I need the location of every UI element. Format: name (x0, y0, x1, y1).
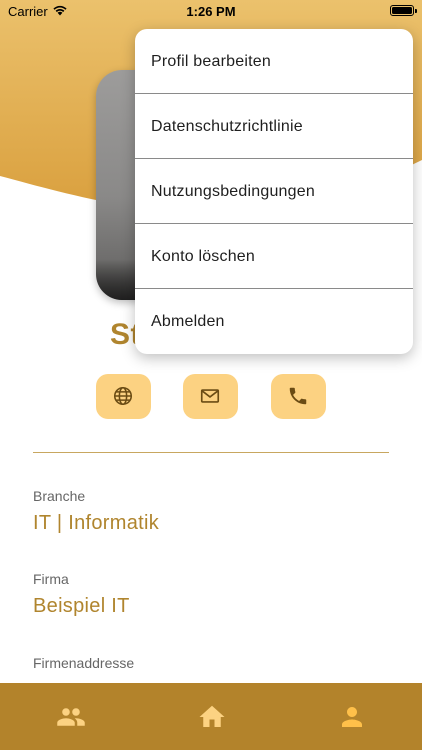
mail-icon (200, 389, 220, 403)
tab-bar (0, 683, 422, 750)
clock: 1:26 PM (186, 4, 236, 19)
email-button[interactable] (183, 374, 238, 419)
options-menu: Profil bearbeiten Datenschutzrichtlinie … (135, 29, 413, 354)
firmenaddresse-label: Firmenaddresse (33, 655, 135, 671)
menu-item-delete-account[interactable]: Konto löschen (135, 224, 413, 289)
phone-button[interactable] (271, 374, 326, 419)
home-icon (199, 705, 225, 727)
firma-label: Firma (33, 571, 69, 587)
tab-home[interactable] (171, 683, 251, 750)
menu-item-logout[interactable]: Abmelden (135, 289, 413, 354)
battery-icon (390, 5, 417, 16)
menu-item-edit-profile[interactable]: Profil bearbeiten (135, 29, 413, 94)
menu-item-terms-of-use[interactable]: Nutzungsbedingungen (135, 159, 413, 224)
menu-item-privacy-policy[interactable]: Datenschutzrichtlinie (135, 94, 413, 159)
branche-label: Branche (33, 488, 86, 504)
tab-contacts[interactable] (30, 683, 110, 750)
person-icon (342, 707, 362, 727)
status-bar: Carrier 1:26 PM (0, 0, 422, 22)
tab-profile[interactable] (311, 683, 391, 750)
people-icon (57, 708, 85, 726)
section-divider (33, 452, 389, 453)
website-button[interactable] (96, 374, 151, 419)
globe-icon (113, 386, 133, 406)
branche-value: IT | Informatik (33, 512, 160, 534)
phone-icon (289, 387, 307, 405)
firma-value: Beispiel IT (33, 595, 130, 617)
